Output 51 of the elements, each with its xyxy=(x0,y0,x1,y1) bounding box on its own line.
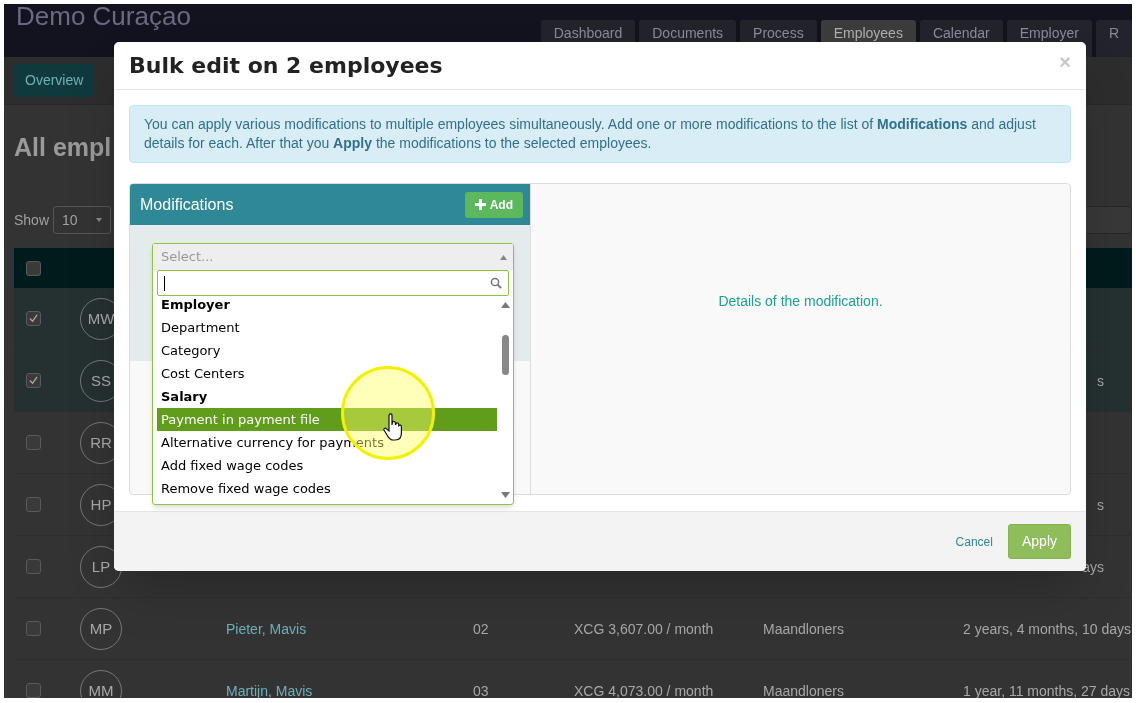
dropdown-option[interactable]: Department xyxy=(157,316,497,339)
search-icon xyxy=(490,277,502,289)
page-heading: All empl xyxy=(14,132,112,163)
hand-cursor-icon xyxy=(383,413,405,443)
caret-up-icon xyxy=(500,254,507,260)
check-icon xyxy=(29,314,38,323)
row-checkbox[interactable] xyxy=(26,621,41,636)
category-cell-text: Maandloners xyxy=(763,682,845,698)
category-cell-text: Maandloners xyxy=(763,620,845,637)
app-title: Demo Curaçao xyxy=(16,4,191,30)
row-checkbox[interactable] xyxy=(26,559,41,574)
salary-cell-text: XCG 3,607.00 / month xyxy=(574,620,715,637)
row-checkbox[interactable] xyxy=(26,373,41,388)
scroll-down-icon xyxy=(500,492,510,498)
employee-name-link[interactable]: Pieter, Mavis xyxy=(226,620,473,637)
caret-icon xyxy=(96,218,103,222)
panel-title: Modifications xyxy=(140,194,234,215)
row-checkbox[interactable] xyxy=(26,497,41,512)
show-label: Show xyxy=(14,210,50,230)
tenure-cell: 1 year, 11 months, 27 days xyxy=(963,682,1131,698)
nav-tab[interactable]: R xyxy=(1095,20,1132,57)
cancel-link[interactable]: Cancel xyxy=(955,532,993,551)
scrollbar-thumb[interactable] xyxy=(501,335,509,375)
dropdown-option[interactable]: Add fixed wage codes xyxy=(157,454,497,477)
page-size-select[interactable]: 10 xyxy=(53,206,112,234)
tenure-cell: 2 years, 4 months, 10 days xyxy=(963,620,1132,637)
dropdown-option[interactable]: Cost Centers xyxy=(157,362,497,385)
row-checkbox[interactable] xyxy=(26,260,41,276)
code-cell-text: 02 xyxy=(473,620,490,637)
info-alert: You can apply various modifications to multiple employees simultaneously. Add one or more modifications to the list of Modifications and adjust details for each. After that you Apply the modifications to the selected employees. xyxy=(129,105,1071,163)
tenure-cell: s xyxy=(1097,496,1104,513)
select-placeholder: Select... xyxy=(161,248,215,267)
modal-title: Bulk edit on 2 employees xyxy=(129,52,444,80)
details-message: Details of the modification. xyxy=(718,292,883,311)
dropdown-option[interactable]: Category xyxy=(157,339,497,362)
overview-button[interactable]: Overview xyxy=(14,64,95,97)
row-checkbox[interactable] xyxy=(26,683,41,698)
check-icon xyxy=(29,376,38,385)
plus-icon xyxy=(474,199,486,210)
dropdown-option[interactable]: Remove fixed wage codes xyxy=(157,477,497,500)
salary-cell-text: XCG 4,073.00 / month xyxy=(574,682,715,698)
search-field[interactable] xyxy=(157,270,509,296)
row-checkbox[interactable] xyxy=(26,435,41,450)
scroll-up-icon xyxy=(500,302,510,308)
tenure-cell: s xyxy=(1097,372,1104,389)
option-group-label: Salary xyxy=(160,388,209,406)
code-cell-text: 03 xyxy=(473,682,490,698)
dropdown-option[interactable]: Payment in payment file xyxy=(157,408,497,431)
row-checkbox[interactable] xyxy=(26,311,41,326)
employee-name-link[interactable]: Martijn, Mavis xyxy=(226,682,473,698)
option-group-label: Employer xyxy=(160,296,231,314)
